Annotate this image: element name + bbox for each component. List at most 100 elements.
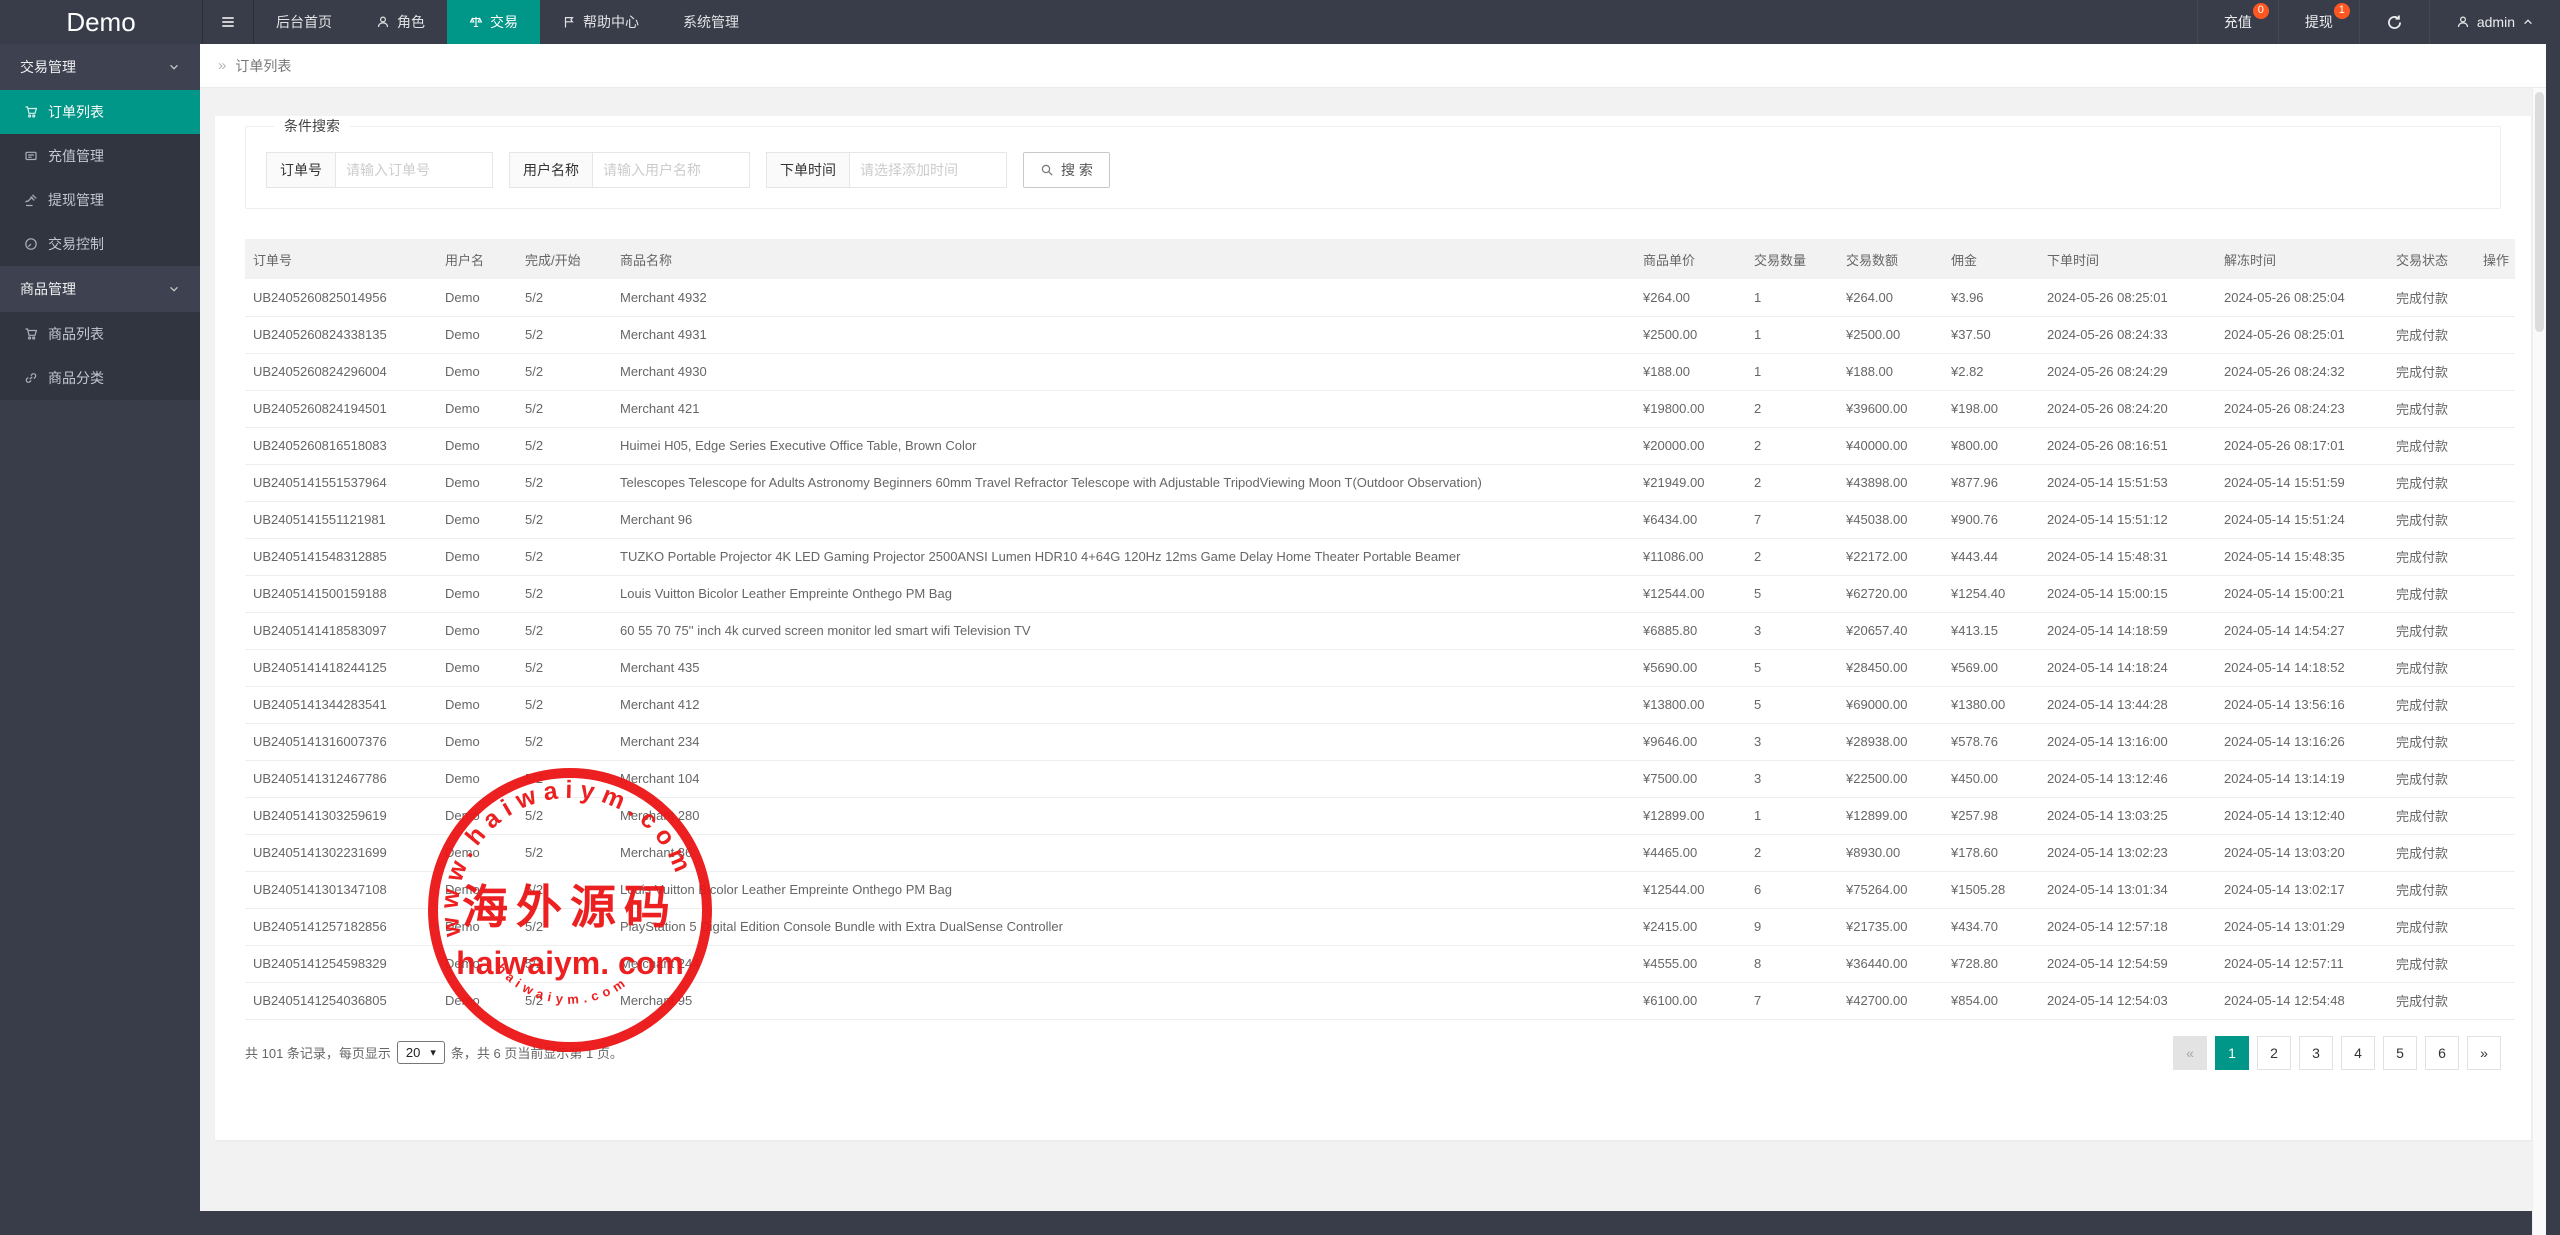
breadcrumb: » 订单列表: [200, 44, 2546, 88]
cell-amount: ¥22172.00: [1838, 538, 1943, 575]
hamburger-icon: [220, 14, 236, 30]
cell-status: 完成付款: [2388, 538, 2475, 575]
nav-system[interactable]: 系统管理: [661, 0, 761, 44]
chevron-up-icon: [2522, 16, 2534, 28]
table-row: UB2405141316007376Demo5/2Merchant 234¥96…: [245, 723, 2515, 760]
cell-qty: 6: [1746, 871, 1838, 908]
table-row: UB2405141312467786Demo5/2Merchant 104¥75…: [245, 760, 2515, 797]
nav-dashboard[interactable]: 后台首页: [254, 0, 354, 44]
nav-trade[interactable]: 交易: [447, 0, 540, 44]
table-row: UB2405141500159188Demo5/2Louis Vuitton B…: [245, 575, 2515, 612]
recharge-button[interactable]: 充值 0: [2197, 0, 2278, 44]
cell-action: [2475, 834, 2515, 871]
cell-product-name: Merchant 4930: [612, 353, 1635, 390]
nav-help-center[interactable]: 帮助中心: [540, 0, 661, 44]
cell-action: [2475, 575, 2515, 612]
cell-order-time: 2024-05-14 14:18:59: [2039, 612, 2216, 649]
sidebar-toggle-button[interactable]: [202, 0, 254, 44]
cell-unit-price: ¥20000.00: [1635, 427, 1746, 464]
pagination-prev[interactable]: «: [2173, 1036, 2207, 1070]
username-label: 用户名称: [509, 152, 593, 188]
cell-commission: ¥178.60: [1943, 834, 2039, 871]
cell-qty: 2: [1746, 390, 1838, 427]
cell-amount: ¥8930.00: [1838, 834, 1943, 871]
withdraw-badge: 1: [2334, 3, 2350, 19]
sidebar-item-product-list[interactable]: 商品列表: [0, 312, 200, 356]
cell-qty: 2: [1746, 834, 1838, 871]
cell-product-name: TUZKO Portable Projector 4K LED Gaming P…: [612, 538, 1635, 575]
cell-action: [2475, 797, 2515, 834]
topbar-actions: 充值 0 提现 1 admin: [2197, 0, 2560, 44]
cell-product-name: Merchant 96: [612, 501, 1635, 538]
cell-ratio: 5/2: [517, 464, 612, 501]
pagination-page-4[interactable]: 4: [2341, 1036, 2375, 1070]
col-action: 操作: [2475, 239, 2515, 279]
username-input[interactable]: [592, 152, 750, 188]
cell-unfreeze-time: 2024-05-14 13:12:40: [2216, 797, 2388, 834]
cell-amount: ¥264.00: [1838, 279, 1943, 316]
cell-unit-price: ¥2415.00: [1635, 908, 1746, 945]
page-size-select[interactable]: 20: [397, 1041, 445, 1064]
cell-status: 完成付款: [2388, 279, 2475, 316]
scrollbar-thumb[interactable]: [2535, 92, 2544, 332]
order-no-input[interactable]: [335, 152, 493, 188]
sidebar-item-order-list[interactable]: 订单列表: [0, 90, 200, 134]
table-row: UB2405260825014956Demo5/2Merchant 4932¥2…: [245, 279, 2515, 316]
cell-qty: 1: [1746, 797, 1838, 834]
search-button[interactable]: 搜 索: [1023, 152, 1110, 188]
pagination-page-3[interactable]: 3: [2299, 1036, 2333, 1070]
gauge-icon: [24, 237, 38, 251]
cell-username: Demo: [437, 908, 517, 945]
sidebar-item-product-category[interactable]: 商品分类: [0, 356, 200, 400]
cell-unfreeze-time: 2024-05-14 13:14:19: [2216, 760, 2388, 797]
cell-product-name: Merchant 104: [612, 760, 1635, 797]
col-qty: 交易数量: [1746, 239, 1838, 279]
sidebar-section-products[interactable]: 商品管理: [0, 266, 200, 312]
cell-commission: ¥3.96: [1943, 279, 2039, 316]
cell-username: Demo: [437, 945, 517, 982]
cell-username: Demo: [437, 316, 517, 353]
cell-ratio: 5/2: [517, 723, 612, 760]
refresh-button[interactable]: [2359, 0, 2429, 44]
cell-status: 完成付款: [2388, 945, 2475, 982]
cell-amount: ¥69000.00: [1838, 686, 1943, 723]
records-summary-suffix: 条，共 6 页当前显示第 1 页。: [451, 1043, 623, 1062]
withdraw-button[interactable]: 提现 1: [2278, 0, 2359, 44]
person-icon: [376, 15, 390, 29]
cell-amount: ¥28938.00: [1838, 723, 1943, 760]
sidebar-item-withdraw-mgmt[interactable]: 提现管理: [0, 178, 200, 222]
pagination-page-2[interactable]: 2: [2257, 1036, 2291, 1070]
person-icon: [2456, 15, 2470, 29]
pagination-page-5[interactable]: 5: [2383, 1036, 2417, 1070]
cell-status: 完成付款: [2388, 353, 2475, 390]
cell-ratio: 5/2: [517, 649, 612, 686]
pagination-next[interactable]: »: [2467, 1036, 2501, 1070]
order-time-input[interactable]: [849, 152, 1007, 188]
breadcrumb-arrow-icon: »: [218, 57, 226, 74]
scrollbar[interactable]: [2532, 88, 2546, 1235]
nav-roles[interactable]: 角色: [354, 0, 447, 44]
sidebar-section-trade[interactable]: 交易管理: [0, 44, 200, 90]
order-no-label: 订单号: [266, 152, 336, 188]
sidebar-item-label: 商品分类: [48, 368, 104, 388]
user-menu[interactable]: admin: [2429, 0, 2560, 44]
cell-unfreeze-time: 2024-05-14 13:01:29: [2216, 908, 2388, 945]
order-list-panel: 条件搜索 订单号 用户名称 下单时间 搜 索: [215, 116, 2531, 1140]
pagination-page-6[interactable]: 6: [2425, 1036, 2459, 1070]
cell-unit-price: ¥4465.00: [1635, 834, 1746, 871]
cell-ratio: 5/2: [517, 834, 612, 871]
cell-status: 完成付款: [2388, 649, 2475, 686]
cell-action: [2475, 760, 2515, 797]
table-row: UB2405260824194501Demo5/2Merchant 421¥19…: [245, 390, 2515, 427]
pagination-page-1[interactable]: 1: [2215, 1036, 2249, 1070]
sidebar-item-trade-control[interactable]: 交易控制: [0, 222, 200, 266]
sidebar-item-recharge-mgmt[interactable]: 充值管理: [0, 134, 200, 178]
cell-order-time: 2024-05-14 14:18:24: [2039, 649, 2216, 686]
nav-label: 系统管理: [683, 12, 739, 32]
cell-order-time: 2024-05-14 13:44:28: [2039, 686, 2216, 723]
col-ratio: 完成/开始: [517, 239, 612, 279]
sidebar-item-label: 提现管理: [48, 190, 104, 210]
recharge-badge: 0: [2253, 3, 2269, 19]
cell-username: Demo: [437, 612, 517, 649]
cell-ratio: 5/2: [517, 575, 612, 612]
